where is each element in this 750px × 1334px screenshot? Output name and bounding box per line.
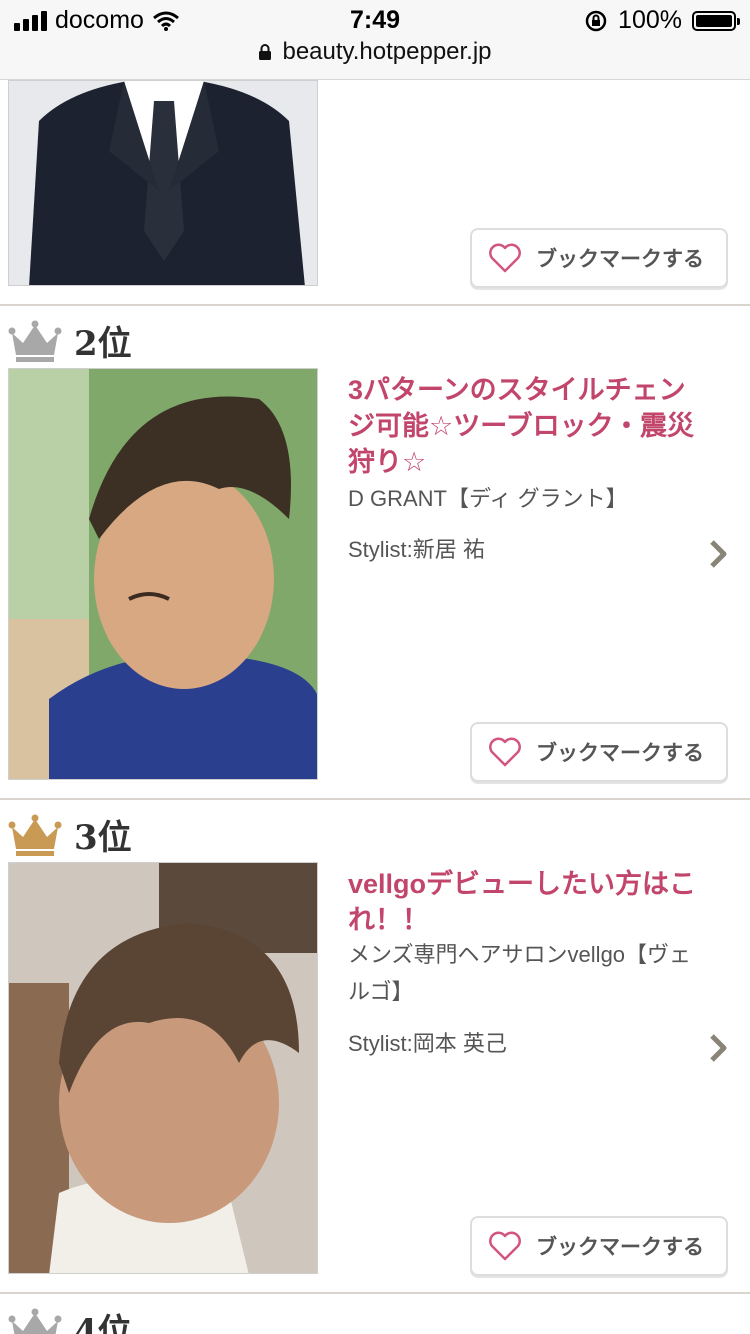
gold-crown-icon	[8, 814, 62, 856]
style-photo[interactable]	[8, 368, 318, 780]
address-bar[interactable]: beauty.hotpepper.jp	[0, 38, 750, 66]
heart-icon	[489, 1231, 521, 1261]
lock-icon	[259, 44, 272, 60]
salon-name: D GRANT【ディ グラント】	[348, 486, 628, 511]
silver-crown-icon	[8, 320, 62, 362]
chevron-right-icon[interactable]	[708, 538, 728, 570]
chevron-right-icon[interactable]	[708, 1032, 728, 1064]
ranking-card-top: ブックマークする	[0, 80, 750, 306]
battery-percent: 100%	[618, 6, 682, 34]
rank-label: 3位	[74, 818, 132, 858]
bookmark-button[interactable]: ブックマークする	[470, 228, 728, 288]
rank-header: 2位	[8, 316, 132, 365]
stylist-name: Stylist:岡本 英己	[348, 1031, 507, 1056]
rank-header: 4位	[8, 1304, 132, 1334]
bookmark-label: ブックマークする	[536, 248, 704, 271]
status-right: 100%	[584, 6, 740, 35]
bookmark-button[interactable]: ブックマークする	[470, 722, 728, 782]
photo-hairstyle-image	[9, 369, 317, 779]
battery-icon	[692, 10, 740, 31]
bookmark-label: ブックマークする	[536, 1236, 704, 1259]
url-text: beauty.hotpepper.jp	[282, 38, 492, 65]
photo-hairstyle-image	[9, 863, 317, 1273]
stylist-name: Stylist:新居 祐	[348, 537, 485, 562]
photo-suit-image	[9, 81, 317, 285]
rotation-lock-icon	[585, 10, 607, 31]
rank-label: 2位	[74, 324, 132, 364]
style-photo[interactable]	[8, 862, 318, 1274]
heart-icon	[489, 243, 521, 273]
ranking-card-4[interactable]: 4位	[0, 1294, 750, 1334]
rank-label: 4位	[74, 1312, 132, 1334]
bronze-crown-icon	[8, 1308, 62, 1334]
style-photo[interactable]	[8, 80, 318, 286]
bookmark-button[interactable]: ブックマークする	[470, 1216, 728, 1276]
ranking-card-3[interactable]: 3位 vellgoデビューしたい方はこれ！！ メンズ専門ヘアサロンvellgo【…	[0, 800, 750, 1294]
salon-name: メンズ専門ヘアサロンvellgo【ヴェルゴ】	[348, 942, 692, 1004]
style-title[interactable]: vellgoデビューしたい方はこれ！！	[348, 866, 708, 938]
style-title[interactable]: 3パターンのスタイルチェンジ可能☆ツーブロック・震災狩り☆	[348, 372, 708, 480]
rank-header: 3位	[8, 810, 132, 859]
bookmark-label: ブックマークする	[536, 742, 704, 765]
ranking-card-2[interactable]: 2位 3パターンのスタイルチェンジ可能☆ツーブロック・震災狩り☆ D GRANT…	[0, 306, 750, 800]
status-bar: docomo 7:49 100% beauty.hotpepper.jp	[0, 0, 750, 80]
heart-icon	[489, 737, 521, 767]
